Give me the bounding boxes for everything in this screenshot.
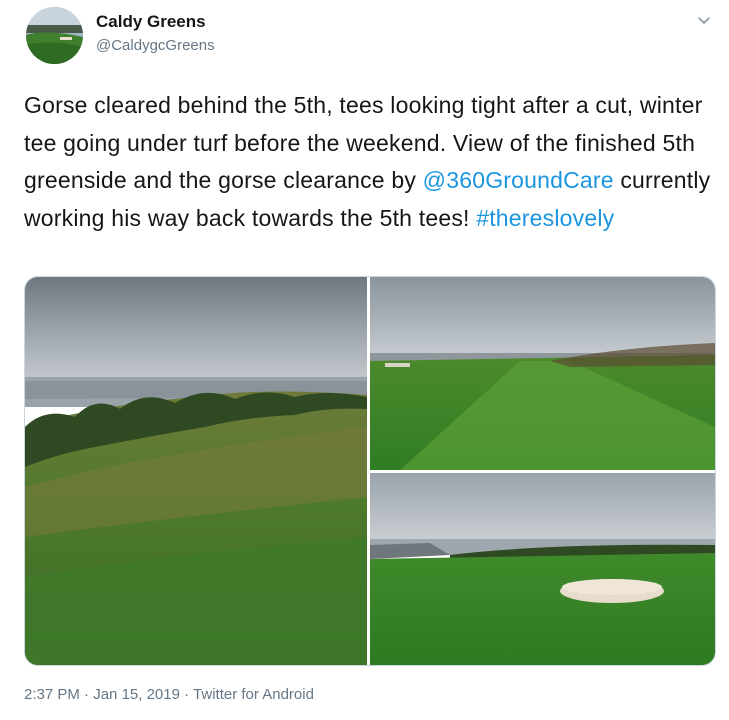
media-grid [24,276,716,666]
chevron-down-icon[interactable] [694,10,714,30]
separator: · [79,686,94,703]
photo-gorse-clearance[interactable] [25,277,367,665]
photo-5th-greenside[interactable] [370,473,715,665]
tweet-date[interactable]: Jan 15, 2019 [93,686,180,703]
tweet-text: Gorse cleared behind the 5th, tees looki… [24,87,714,237]
tweet-meta: 2:37 PM · Jan 15, 2019 · Twitter for And… [24,686,314,703]
display-name[interactable]: Caldy Greens [96,12,206,32]
hashtag-link[interactable]: #thereslovely [476,205,614,231]
tweet-source: Twitter for Android [193,686,314,703]
tweet-time[interactable]: 2:37 PM [24,686,80,703]
avatar[interactable] [26,7,83,64]
separator: · [179,686,194,703]
user-handle[interactable]: @CaldygcGreens [96,37,215,54]
photo-5th-tees[interactable] [370,277,715,470]
mention-link[interactable]: @360GroundCare [423,167,614,193]
tweet-card: Caldy Greens @CaldygcGreens Gorse cleare… [0,0,729,720]
